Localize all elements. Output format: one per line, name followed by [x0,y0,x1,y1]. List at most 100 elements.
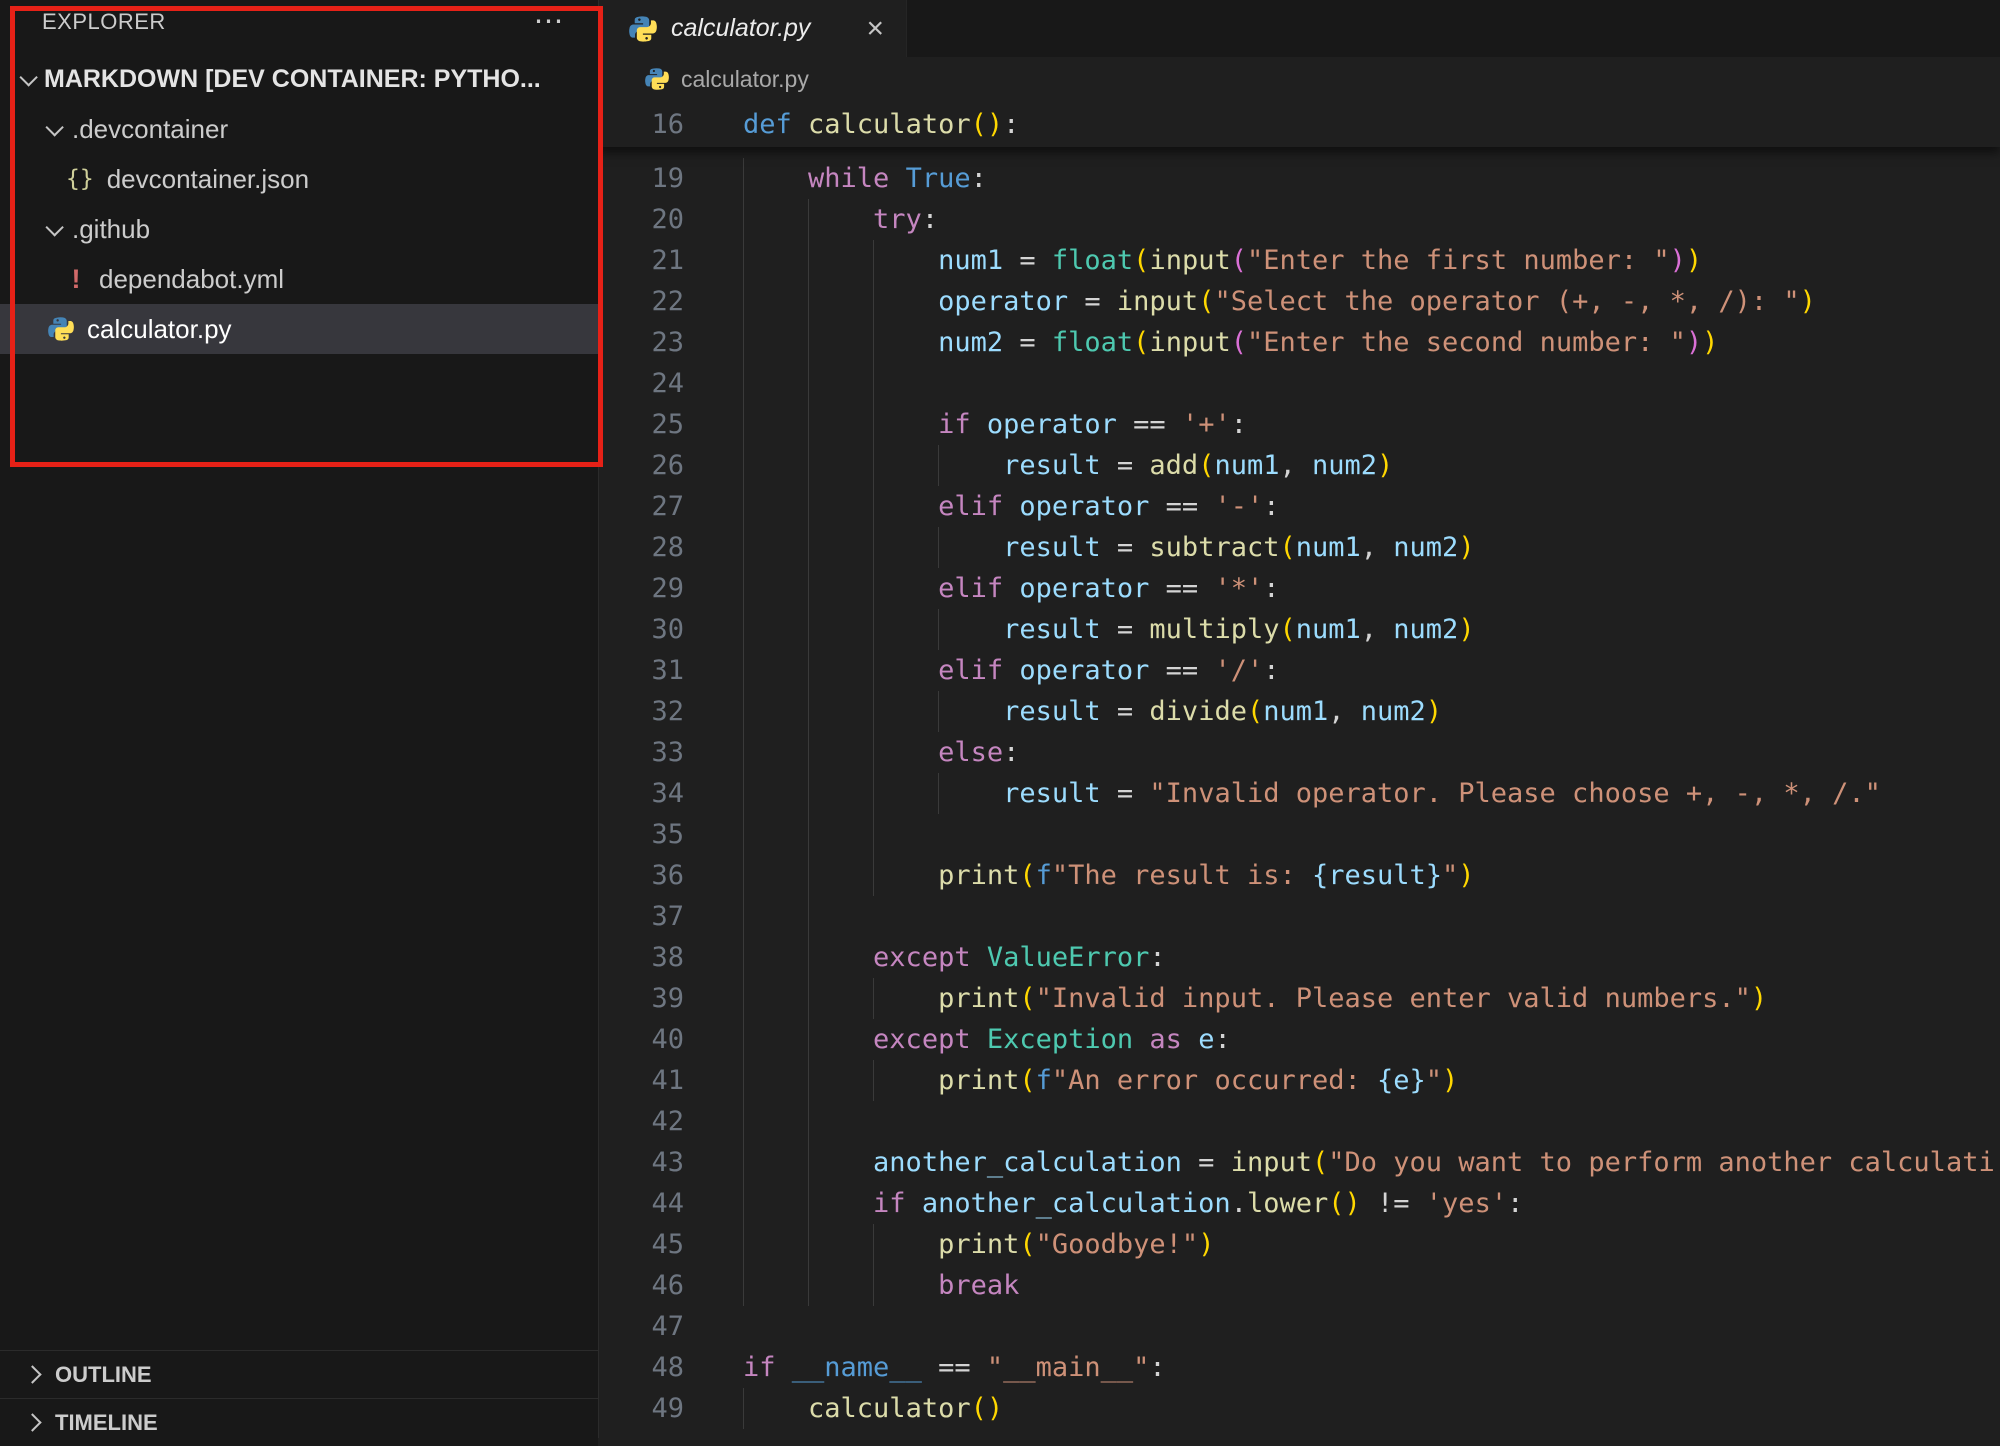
line-content[interactable]: else: [743,732,1019,773]
line-number[interactable]: 41 [599,1060,684,1101]
tree-item-dependabot-yml[interactable]: !dependabot.yml [0,254,598,304]
tree-item-devcontainer-json[interactable]: {}devcontainer.json [0,154,598,204]
breadcrumb[interactable]: calculator.py [599,57,2000,101]
breadcrumb-item[interactable]: calculator.py [681,66,809,93]
code-line[interactable]: 49 calculator() [599,1388,2000,1429]
line-number[interactable]: 31 [599,650,684,691]
chevron-down-icon[interactable] [19,68,37,86]
line-content[interactable]: num1 = float(input("Enter the first numb… [743,240,1702,281]
line-number[interactable]: 45 [599,1224,684,1265]
line-number[interactable]: 22 [599,281,684,322]
line-number[interactable]: 38 [599,937,684,978]
line-number[interactable]: 16 [599,104,684,145]
line-number[interactable]: 21 [599,240,684,281]
line-number[interactable]: 49 [599,1388,684,1429]
line-content[interactable]: print(f"The result is: {result}") [743,855,1475,896]
workspace-root[interactable]: MARKDOWN [DEV CONTAINER: PYTHO... [0,54,598,104]
tree-item-calculator-py[interactable]: calculator.py [0,304,598,354]
close-icon[interactable]: × [866,14,884,44]
code-line[interactable]: 19 while True: [599,158,2000,199]
chevron-down-icon[interactable] [45,118,63,136]
code-line[interactable]: 20 try: [599,199,2000,240]
code-line[interactable]: 50 [599,1429,2000,1438]
line-number[interactable]: 47 [599,1306,684,1347]
line-number[interactable]: 43 [599,1142,684,1183]
line-content[interactable]: another_calculation = input("Do you want… [743,1142,1995,1183]
code-line[interactable]: 45 print("Goodbye!") [599,1224,2000,1265]
code-line[interactable]: 41 print(f"An error occurred: {e}") [599,1060,2000,1101]
sidebar-section-timeline[interactable]: TIMELINE [0,1398,598,1446]
line-number[interactable]: 44 [599,1183,684,1224]
line-content[interactable]: elif operator == '/': [743,650,1279,691]
code-line[interactable]: 40 except Exception as e: [599,1019,2000,1060]
code-line[interactable]: 34 result = "Invalid operator. Please ch… [599,773,2000,814]
code-line[interactable]: 16 def calculator(): [599,104,2000,145]
line-content[interactable]: if another_calculation.lower() != 'yes': [743,1183,1523,1224]
code-line[interactable]: 39 print("Invalid input. Please enter va… [599,978,2000,1019]
line-number[interactable]: 32 [599,691,684,732]
line-number[interactable]: 23 [599,322,684,363]
line-number[interactable]: 29 [599,568,684,609]
line-number[interactable]: 19 [599,158,684,199]
code-line[interactable]: 24 [599,363,2000,404]
more-actions-icon[interactable]: ⋯ [534,7,565,37]
code-line[interactable]: 38 except ValueError: [599,937,2000,978]
code-line[interactable]: 27 elif operator == '-': [599,486,2000,527]
line-content[interactable]: calculator() [743,1388,1003,1429]
line-content[interactable]: result = subtract(num1, num2) [743,527,1475,568]
code-line[interactable]: 48 if __name__ == "__main__": [599,1347,2000,1388]
line-number[interactable]: 37 [599,896,684,937]
line-content[interactable]: if __name__ == "__main__": [743,1347,1166,1388]
code-line[interactable]: 21 num1 = float(input("Enter the first n… [599,240,2000,281]
line-content[interactable]: result = add(num1, num2) [743,445,1393,486]
line-number[interactable]: 35 [599,814,684,855]
chevron-right-icon[interactable] [23,1365,41,1383]
line-number[interactable]: 50 [599,1429,684,1438]
line-number[interactable]: 48 [599,1347,684,1388]
line-number[interactable]: 40 [599,1019,684,1060]
line-content[interactable]: operator = input("Select the operator (+… [743,281,1816,322]
line-number[interactable]: 28 [599,527,684,568]
line-content[interactable]: elif operator == '-': [743,486,1279,527]
line-content[interactable]: try: [743,199,938,240]
tree-item--devcontainer[interactable]: .devcontainer [0,104,598,154]
code-line[interactable]: 44 if another_calculation.lower() != 'ye… [599,1183,2000,1224]
line-number[interactable]: 20 [599,199,684,240]
code-line[interactable]: 28 result = subtract(num1, num2) [599,527,2000,568]
line-content[interactable]: print(f"An error occurred: {e}") [743,1060,1458,1101]
line-number[interactable]: 25 [599,404,684,445]
tree-item--github[interactable]: .github [0,204,598,254]
sidebar-section-outline[interactable]: OUTLINE [0,1350,598,1398]
line-number[interactable]: 27 [599,486,684,527]
line-content[interactable]: num2 = float(input("Enter the second num… [743,322,1718,363]
code-line[interactable]: 37 [599,896,2000,937]
line-content[interactable]: elif operator == '*': [743,568,1279,609]
code-line[interactable]: 22 operator = input("Select the operator… [599,281,2000,322]
code-editor[interactable]: 16 def calculator(): 19 while True:20 try… [599,101,2000,1438]
line-content[interactable]: except Exception as e: [743,1019,1231,1060]
code-line[interactable]: 33 else: [599,732,2000,773]
code-line[interactable]: 26 result = add(num1, num2) [599,445,2000,486]
line-number[interactable]: 34 [599,773,684,814]
code-line[interactable]: 36 print(f"The result is: {result}") [599,855,2000,896]
tab-calculator-py[interactable]: calculator.py × [599,0,907,57]
line-number[interactable]: 46 [599,1265,684,1306]
code-line[interactable]: 23 num2 = float(input("Enter the second … [599,322,2000,363]
sticky-scroll[interactable]: 16 def calculator(): [599,101,2000,147]
code-line[interactable]: 25 if operator == '+': [599,404,2000,445]
line-number[interactable]: 24 [599,363,684,404]
line-content[interactable]: break [743,1265,1019,1306]
line-number[interactable]: 39 [599,978,684,1019]
code-line[interactable]: 32 result = divide(num1, num2) [599,691,2000,732]
code-line[interactable]: 31 elif operator == '/': [599,650,2000,691]
code-line[interactable]: 30 result = multiply(num1, num2) [599,609,2000,650]
line-content[interactable]: result = multiply(num1, num2) [743,609,1475,650]
line-content[interactable]: def calculator(): [743,104,1019,145]
code-line[interactable]: 47 [599,1306,2000,1347]
code-line[interactable]: 46 break [599,1265,2000,1306]
line-content[interactable]: result = "Invalid operator. Please choos… [743,773,1881,814]
code-line[interactable]: 43 another_calculation = input("Do you w… [599,1142,2000,1183]
line-content[interactable]: print("Goodbye!") [743,1224,1214,1265]
line-number[interactable]: 42 [599,1101,684,1142]
line-content[interactable]: result = divide(num1, num2) [743,691,1442,732]
